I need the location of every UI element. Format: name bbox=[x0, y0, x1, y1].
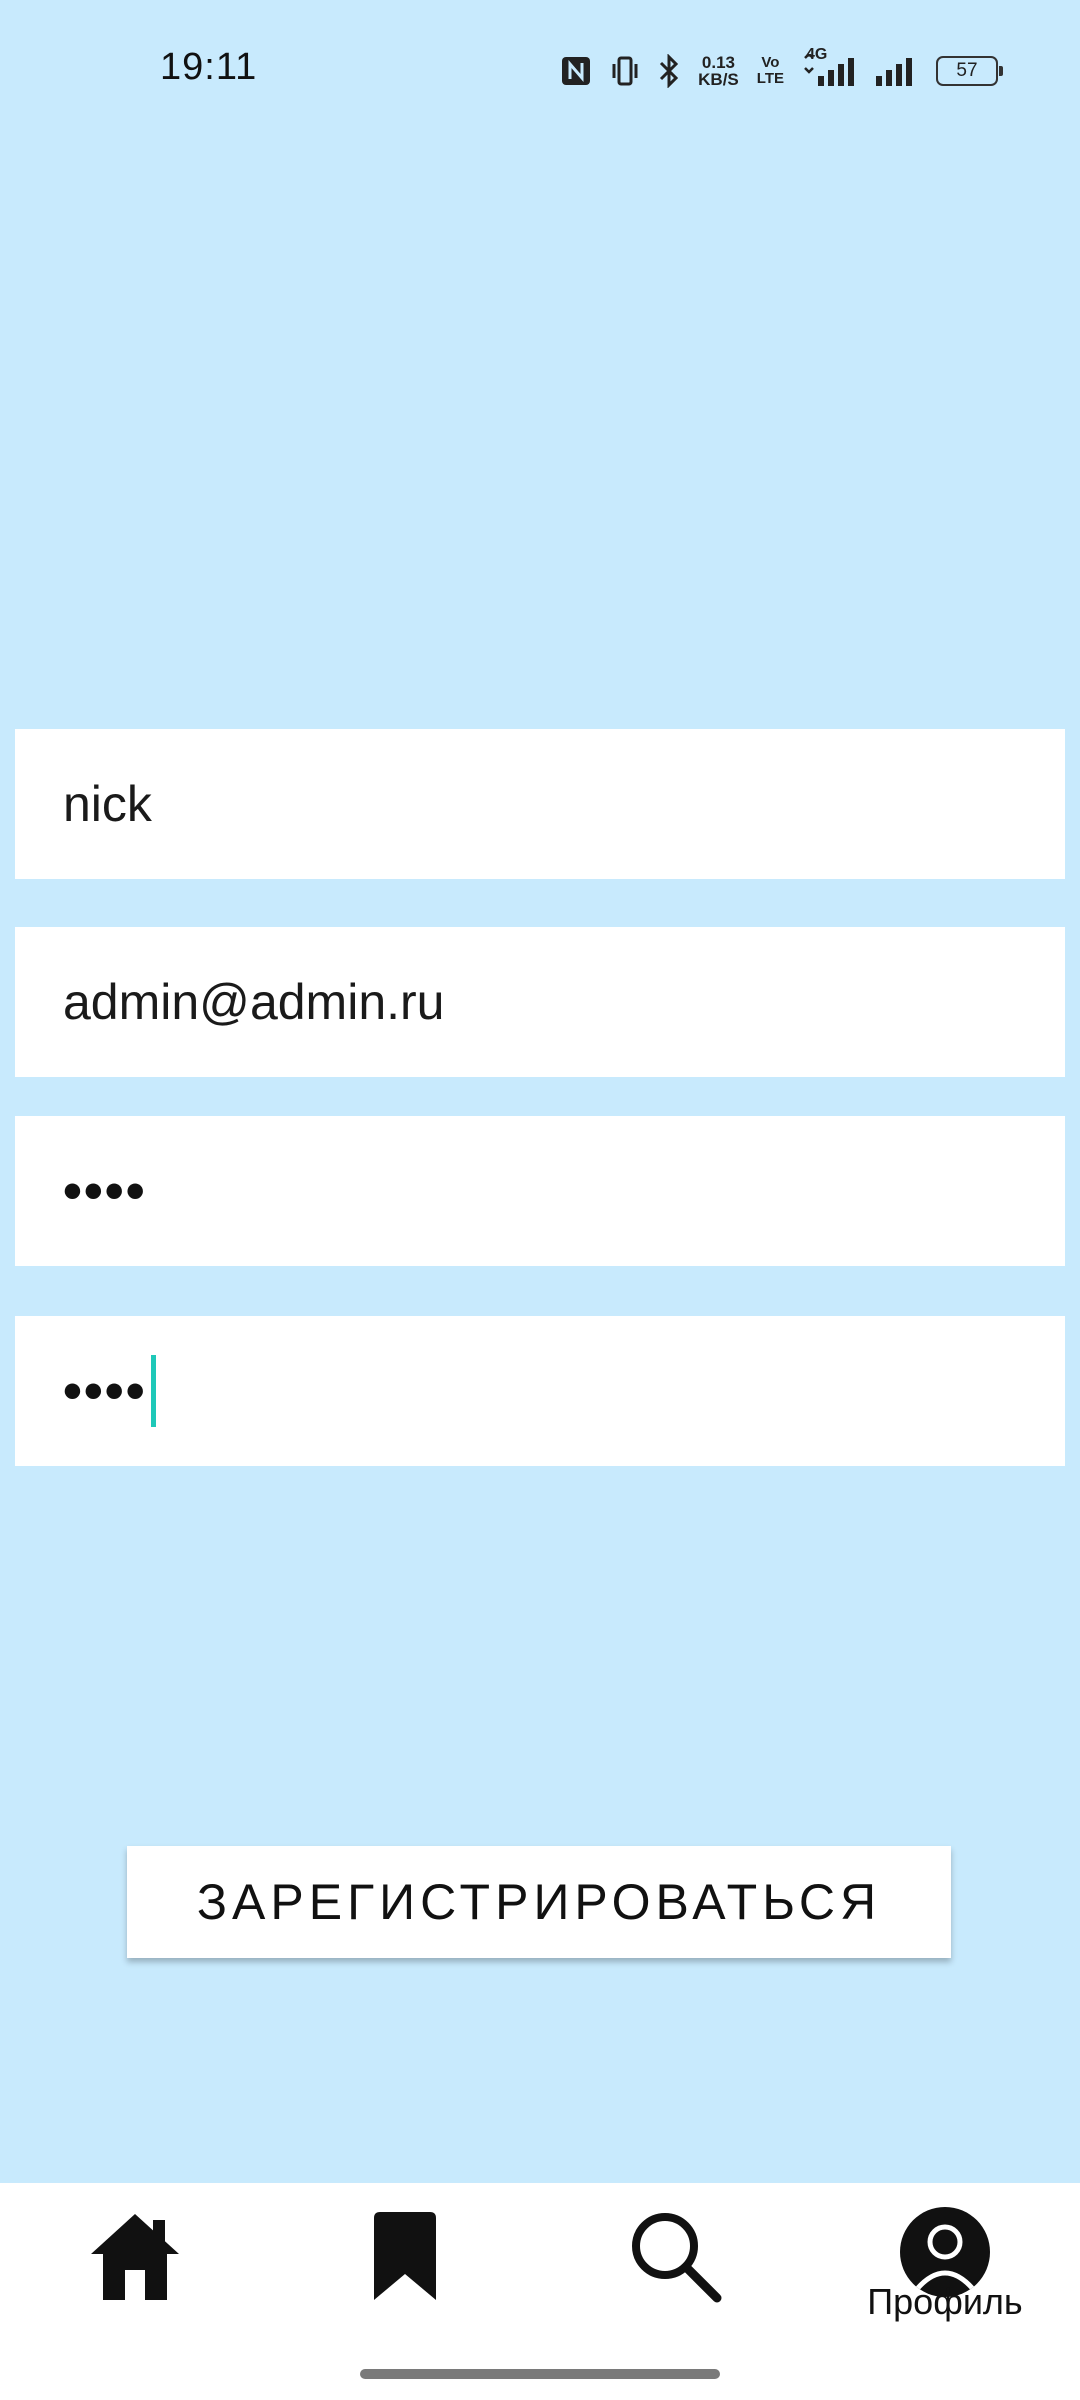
volte-indicator: Vo LTE bbox=[757, 55, 784, 87]
nav-home[interactable] bbox=[0, 2183, 270, 2333]
signal-icon: 4G bbox=[802, 46, 856, 88]
nav-bookmarks[interactable] bbox=[270, 2183, 540, 2333]
signal-icon bbox=[874, 54, 918, 88]
vibrate-icon bbox=[610, 55, 640, 87]
nav-profile-label: Профиль bbox=[867, 2281, 1023, 2322]
nickname-value: nick bbox=[63, 776, 152, 832]
register-button[interactable]: ЗАРЕГИСТРИРОВАТЬСЯ bbox=[127, 1846, 951, 1958]
status-time: 19:11 bbox=[160, 46, 258, 88]
battery-icon: 57 bbox=[936, 56, 1003, 86]
nfc-icon bbox=[560, 55, 592, 87]
volte-top: Vo bbox=[761, 54, 780, 71]
network-speed: 0.13 KB/S bbox=[698, 54, 739, 88]
password-field[interactable]: •••• bbox=[15, 1116, 1065, 1266]
password-confirm-field[interactable]: •••• bbox=[15, 1316, 1065, 1466]
bottom-navigation: Профиль bbox=[0, 2183, 1080, 2400]
password-confirm-value: •••• bbox=[63, 1361, 147, 1421]
bookmark-icon bbox=[368, 2208, 442, 2309]
nickname-field[interactable]: nick bbox=[15, 729, 1065, 879]
password-value: •••• bbox=[63, 1161, 147, 1221]
network-type: 4G bbox=[806, 46, 828, 63]
email-field[interactable]: admin@admin.ru bbox=[15, 927, 1065, 1077]
status-icons: 0.13 KB/S Vo LTE 4G 57 bbox=[560, 46, 1003, 92]
battery-level: 57 bbox=[956, 60, 978, 81]
email-value: admin@admin.ru bbox=[63, 974, 445, 1030]
text-cursor bbox=[150, 1355, 156, 1427]
network-speed-value: 0.13 bbox=[701, 53, 736, 72]
bluetooth-icon bbox=[658, 54, 680, 88]
home-icon bbox=[87, 2208, 183, 2309]
volte-bottom: LTE bbox=[756, 70, 784, 87]
nav-search[interactable] bbox=[540, 2183, 810, 2333]
status-bar: 19:11 0.13 KB/S Vo LTE 4G 57 bbox=[0, 0, 1080, 140]
network-speed-unit: KB/S bbox=[698, 70, 739, 89]
home-indicator[interactable] bbox=[360, 2369, 720, 2379]
search-icon bbox=[627, 2208, 723, 2309]
nav-profile[interactable]: Профиль bbox=[810, 2183, 1080, 2333]
